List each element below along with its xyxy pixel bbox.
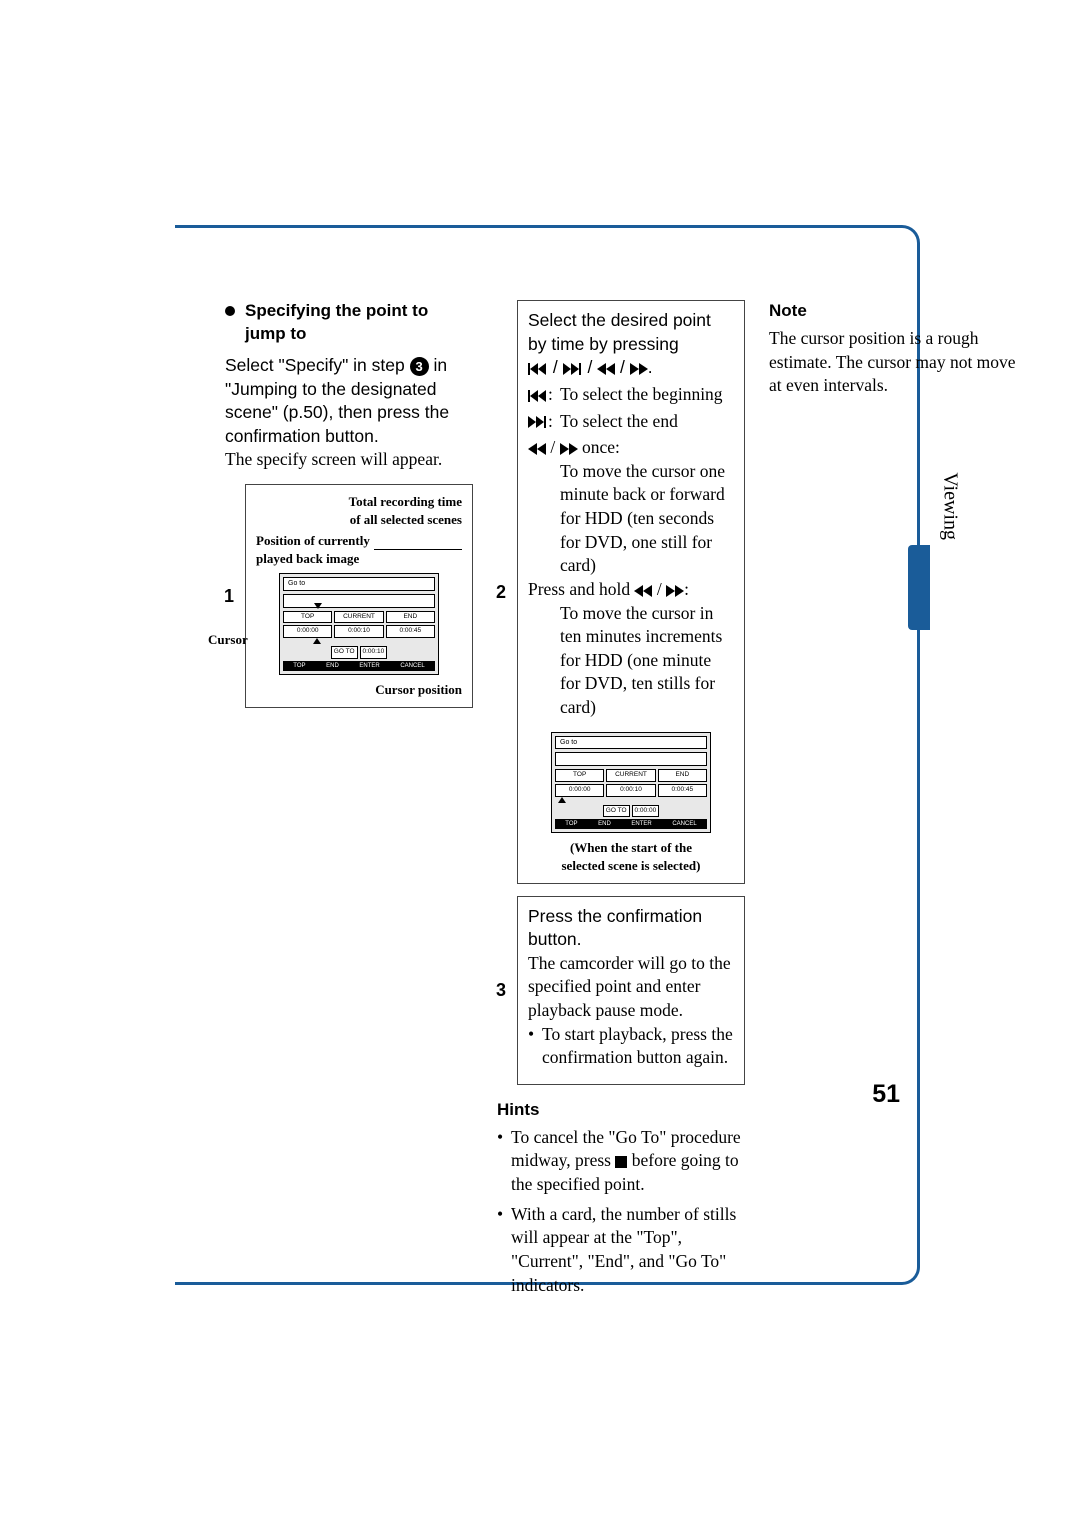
- cell2-t2: 0:00:10: [606, 784, 655, 797]
- control-rew-ff-hold: Press and hold / :: [528, 578, 734, 602]
- cell2-top: TOP: [555, 769, 604, 782]
- cell-goto: GO TO: [331, 646, 358, 659]
- step-1: 1 Total recording time of all selected s…: [245, 484, 473, 708]
- cursor-label: Cursor: [208, 631, 248, 649]
- cell-tgoto: 0:00:10: [360, 646, 388, 659]
- f-enter: ENTER: [359, 662, 379, 670]
- hold-prefix: Press and hold: [528, 579, 630, 599]
- f2-enter: ENTER: [631, 820, 651, 828]
- control-skip-begin: : To select the beginning: [528, 383, 734, 407]
- intro-sub: The specify screen will appear.: [225, 449, 442, 469]
- skip-begin-text: To select the beginning: [560, 383, 734, 407]
- lbl-pos-2: played back image: [256, 550, 370, 568]
- f2-top: TOP: [565, 820, 577, 828]
- note-body: The cursor position is a rough estimate.…: [769, 327, 1017, 398]
- diagram-label-total: Total recording time of all selected sce…: [256, 493, 462, 528]
- d2-cap2: selected scene is selected): [528, 857, 734, 875]
- cell-t3: 0:00:45: [386, 625, 435, 638]
- cell2-t1: 0:00:00: [555, 784, 604, 797]
- hints-list: To cancel the "Go To" procedure midway, …: [497, 1126, 745, 1297]
- section-tab-marker: [908, 545, 930, 630]
- screen-title: Go to: [283, 577, 435, 590]
- step2-line1-text: Select the desired point by time by pres…: [528, 310, 711, 354]
- step-3: 3 Press the confirmation button. The cam…: [517, 896, 745, 1085]
- skip-back-icon: [528, 363, 548, 375]
- hold-body: To move the cursor in ten minutes increm…: [560, 602, 734, 720]
- step3-line1: Press the confirmation button.: [528, 905, 734, 952]
- step3-bullet: To start playback, press the confirmatio…: [528, 1023, 734, 1070]
- f-top: TOP: [293, 662, 305, 670]
- diagram-1: Cursor Go to TOP CURRENT END 0:00:00 0:0…: [256, 573, 462, 675]
- hints-heading: Hints: [497, 1099, 745, 1122]
- diagram-label-position: Position of currently played back image: [256, 532, 462, 567]
- cursor-marker-icon: [313, 638, 321, 644]
- cell2-tgoto: 0:00:00: [632, 805, 660, 818]
- step-number-3: 3: [496, 978, 506, 1002]
- screen-footer-2: TOP END ENTER CANCEL: [555, 819, 707, 829]
- f-end: END: [326, 662, 339, 670]
- page-content: Specifying the point to jump to Select "…: [225, 300, 745, 1300]
- cell-t1: 0:00:00: [283, 625, 332, 638]
- hint-1: To cancel the "Go To" procedure midway, …: [497, 1126, 745, 1197]
- cell-current: CURRENT: [334, 611, 383, 624]
- intro-text: Select "Specify" in step 3 in "Jumping t…: [225, 354, 473, 472]
- progress-bar-2: [555, 752, 707, 766]
- cursor-marker-icon-2: [558, 797, 566, 803]
- step-2: 2 Select the desired point by time by pr…: [517, 300, 745, 884]
- section-tab-label: Viewing: [939, 472, 962, 540]
- lbl-total-1: Total recording time: [256, 493, 462, 511]
- once-label: once:: [582, 437, 620, 457]
- skip-forward-icon: [563, 363, 583, 375]
- rewind-icon: [634, 585, 652, 597]
- fast-forward-icon: [666, 585, 684, 597]
- step-ref-3: 3: [410, 357, 429, 376]
- skip-end-text: To select the end: [560, 410, 734, 434]
- rewind-icon: [528, 443, 546, 455]
- d2-cap1: (When the start of the: [528, 839, 734, 857]
- cell-t2: 0:00:10: [334, 625, 383, 638]
- cell-top: TOP: [283, 611, 332, 624]
- lbl-total-2: of all selected scenes: [256, 511, 462, 529]
- control-rew-ff-once: / once:: [528, 436, 734, 460]
- camcorder-screen-1: Go to TOP CURRENT END 0:00:00 0:00:10 0:…: [279, 573, 439, 675]
- cell-end: END: [386, 611, 435, 624]
- step-number-2: 2: [496, 580, 506, 604]
- step-number-1: 1: [224, 584, 234, 608]
- control-skip-end: : To select the end: [528, 410, 734, 434]
- cursor-position-label: Cursor position: [256, 681, 462, 699]
- f2-cancel: CANCEL: [672, 820, 696, 828]
- lbl-pos-1: Position of currently: [256, 532, 370, 550]
- note-heading: Note: [769, 300, 1017, 323]
- cell2-t3: 0:00:45: [658, 784, 707, 797]
- fast-forward-icon: [560, 443, 578, 455]
- progress-bar: [283, 594, 435, 608]
- cell2-current: CURRENT: [606, 769, 655, 782]
- screen-footer: TOP END ENTER CANCEL: [283, 661, 435, 671]
- hint-2: With a card, the number of stills will a…: [497, 1203, 745, 1298]
- once-body: To move the cursor one minute back or fo…: [560, 460, 734, 578]
- skip-back-icon: [528, 390, 548, 402]
- page-number: 51: [872, 1080, 900, 1109]
- heading-text: Specifying the point to jump to: [245, 300, 473, 346]
- position-marker-icon: [314, 603, 322, 609]
- cell2-end: END: [658, 769, 707, 782]
- rewind-icon: [597, 363, 615, 375]
- step3-body: The camcorder will go to the specified p…: [528, 952, 734, 1023]
- stop-icon: [615, 1156, 627, 1168]
- camcorder-screen-2: Go to TOP CURRENT END 0:00:00 0:00:10 0:…: [551, 732, 711, 834]
- screen-title-2: Go to: [555, 736, 707, 749]
- cell2-goto: GO TO: [603, 805, 630, 818]
- fast-forward-icon: [630, 363, 648, 375]
- intro-a: Select "Specify" in step: [225, 355, 410, 375]
- f2-end: END: [598, 820, 611, 828]
- skip-forward-icon: [528, 416, 548, 428]
- section-heading: Specifying the point to jump to: [225, 300, 473, 346]
- step2-line1: Select the desired point by time by pres…: [528, 309, 734, 380]
- bullet-icon: [225, 306, 235, 316]
- f-cancel: CANCEL: [400, 662, 424, 670]
- diagram2-caption: (When the start of the selected scene is…: [528, 839, 734, 874]
